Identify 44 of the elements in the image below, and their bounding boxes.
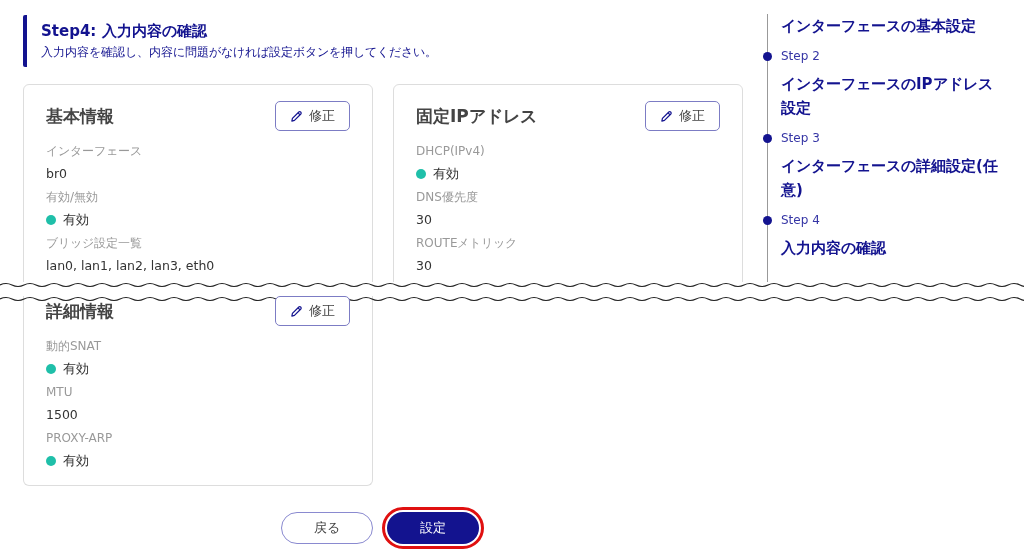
step-label: Step 4 — [781, 213, 820, 227]
field-value: 1500 — [46, 406, 79, 424]
step-title[interactable]: インターフェースのIPアドレス設定 — [781, 72, 1006, 120]
field-label: DHCP(IPv4) — [416, 143, 486, 160]
page-description: 入力内容を確認し、内容に問題がなければ設定ボタンを押してください。 — [41, 45, 438, 60]
field-label: DNS優先度 — [416, 189, 479, 206]
step-title[interactable]: インターフェースの基本設定 — [781, 14, 1006, 38]
status-value: 有効 — [46, 449, 350, 473]
card-title: 詳細情報 — [46, 299, 114, 323]
status-dot — [46, 215, 56, 225]
edit-button[interactable]: 修正 — [645, 101, 720, 131]
field-value: lan0, lan1, lan2, lan3, eth0 — [46, 257, 216, 275]
card-title: 固定IPアドレス — [416, 104, 537, 128]
step-dot — [763, 134, 772, 143]
field-label: ROUTEメトリック — [416, 235, 519, 252]
step-dot — [763, 52, 772, 61]
status-value: 有効 — [46, 357, 350, 381]
status-dot — [46, 364, 56, 374]
edit-button[interactable]: 修正 — [275, 101, 350, 131]
back-button[interactable]: 戻る — [281, 512, 373, 544]
card-title: 基本情報 — [46, 104, 114, 128]
status-value: 有効 — [46, 208, 350, 232]
field-value: 30 — [416, 257, 433, 275]
field-value: 30 — [416, 211, 433, 229]
field-label: MTU — [46, 384, 74, 401]
step-label: Step 2 — [781, 49, 820, 63]
pencil-icon — [290, 109, 303, 123]
step-dot — [763, 216, 772, 225]
field-label: 有効/無効 — [46, 189, 100, 206]
field-label: PROXY-ARP — [46, 430, 114, 447]
step-title[interactable]: 入力内容の確認 — [781, 236, 1006, 260]
status-dot — [46, 456, 56, 466]
status-dot — [416, 169, 426, 179]
pencil-icon — [290, 304, 303, 318]
field-label: ブリッジ設定一覧 — [46, 235, 143, 252]
status-value: 有効 — [416, 162, 720, 186]
edit-button[interactable]: 修正 — [275, 296, 350, 326]
field-label: 動的SNAT — [46, 338, 103, 355]
step-title[interactable]: インターフェースの詳細設定(任意) — [781, 154, 1006, 202]
pencil-icon — [660, 109, 673, 123]
page-title: Step4: 入力内容の確認 — [41, 22, 208, 41]
field-value: br0 — [46, 165, 69, 183]
step-label: Step 3 — [781, 131, 820, 145]
field-label: インターフェース — [46, 143, 143, 160]
